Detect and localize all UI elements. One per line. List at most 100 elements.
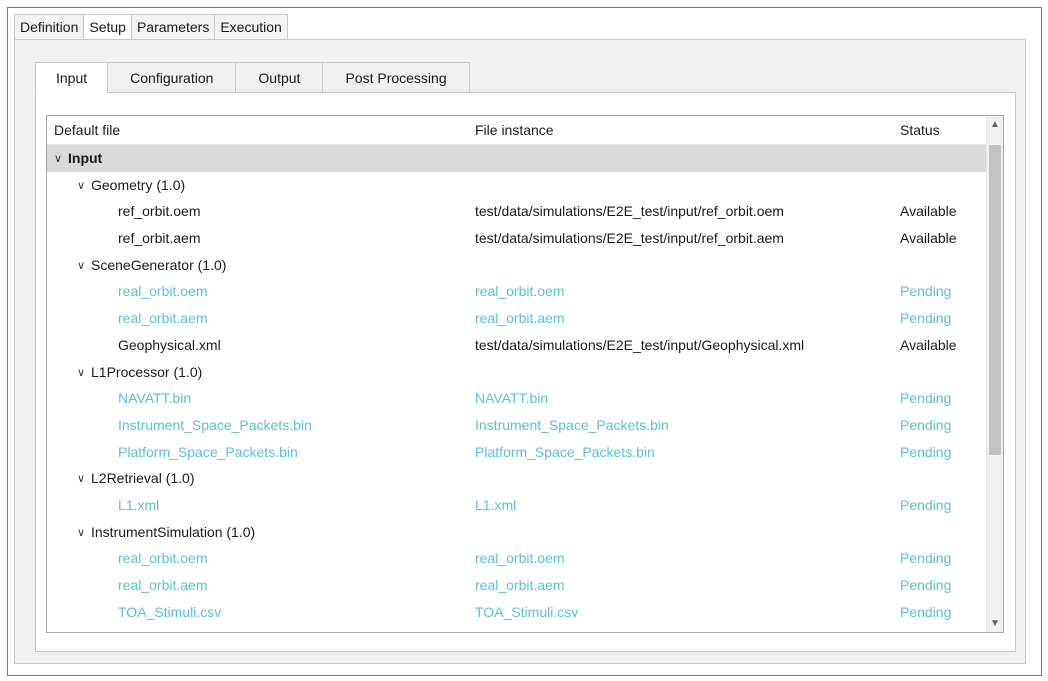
default-file-label: L1Processor (1.0) [91, 363, 203, 380]
status-cell: Available [900, 230, 957, 247]
default-file-cell: real_orbit.oem [118, 550, 208, 566]
tree-row-file[interactable]: TOA_Stimuli.csv TOA_Stimuli.csv Pending [47, 599, 987, 626]
chevron-down-icon[interactable]: ∨ [77, 366, 91, 379]
tree-row-file[interactable]: real_orbit.aem real_orbit.aem Pending [47, 572, 987, 599]
status-cell: Pending [900, 310, 952, 327]
chevron-down-icon[interactable]: ∨ [77, 472, 91, 485]
file-instance-cell: real_orbit.aem [475, 310, 565, 327]
chevron-down-icon[interactable]: ∨ [54, 152, 68, 165]
default-file-cell: Instrument_Space_Packets.bin [118, 417, 312, 433]
tab-execution[interactable]: Execution [214, 14, 288, 40]
default-file-cell: ∨ InstrumentSimulation (1.0) [77, 524, 255, 540]
default-file-label: NAVATT.bin [118, 390, 192, 407]
default-file-label: real_orbit.aem [118, 310, 208, 327]
default-file-label: real_orbit.oem [118, 283, 208, 300]
default-file-cell: ∨ L2Retrieval (1.0) [77, 470, 195, 486]
file-instance-cell: test/data/simulations/E2E_test/input/ref… [475, 203, 784, 220]
default-file-label: InstrumentSimulation (1.0) [91, 523, 256, 540]
tree-row-subgroup[interactable]: ∨ SceneGenerator (1.0) [47, 252, 987, 279]
vertical-scrollbar[interactable]: ▲ ▼ [986, 116, 1003, 632]
scroll-thumb[interactable] [989, 145, 1001, 455]
default-file-label: Platform_Space_Packets.bin [118, 443, 298, 460]
default-file-cell: real_orbit.aem [118, 310, 208, 326]
tab-setup[interactable]: Setup [83, 14, 131, 40]
default-file-cell: ref_orbit.aem [118, 230, 200, 246]
status-cell: Available [900, 336, 957, 353]
file-instance-cell: real_orbit.aem [475, 577, 565, 593]
file-instance-cell: test/data/simulations/E2E_test/input/Geo… [475, 336, 805, 353]
tree-row-subgroup[interactable]: ∨ L1Processor (1.0) [47, 359, 987, 386]
default-file-cell: Platform_Space_Packets.bin [118, 444, 298, 460]
inner-tab-bar: Input Configuration Output Post Processing [35, 62, 470, 93]
chevron-down-icon[interactable]: ∨ [77, 526, 91, 539]
tab-output[interactable]: Output [235, 62, 323, 93]
status-cell: Pending [900, 603, 952, 620]
file-instance-cell: TOA_Stimuli.csv [475, 603, 579, 620]
default-file-label: L1.xml [118, 496, 160, 513]
status-cell: Available [900, 203, 957, 220]
default-file-cell: Geophysical.xml [118, 337, 221, 353]
default-file-label: ref_orbit.aem [118, 230, 201, 247]
tree-row-subgroup[interactable]: ∨ L2Retrieval (1.0) [47, 465, 987, 492]
default-file-label: ref_orbit.oem [118, 203, 201, 220]
default-file-cell: L1.xml [118, 497, 159, 513]
file-instance-cell: real_orbit.oem [475, 283, 565, 300]
default-file-label: Input [68, 150, 103, 166]
tree-row-file[interactable]: L1.xml L1.xml Pending [47, 492, 987, 519]
default-file-cell: TOA_Stimuli.csv [118, 604, 221, 620]
tab-post-processing[interactable]: Post Processing [322, 62, 470, 93]
tree-row-file[interactable]: ref_orbit.oem test/data/simulations/E2E_t… [47, 198, 987, 225]
tab-definition[interactable]: Definition [14, 14, 84, 40]
file-instance-cell: Platform_Space_Packets.bin [475, 443, 655, 460]
tree-row-file[interactable]: real_orbit.aem real_orbit.aem Pending [47, 305, 987, 332]
tree-row-file[interactable]: real_orbit.oem real_orbit.oem Pending [47, 278, 987, 305]
default-file-label: SceneGenerator (1.0) [91, 256, 227, 273]
tree-row-file[interactable]: ref_orbit.aem test/data/simulations/E2E_t… [47, 225, 987, 252]
scroll-down-arrow-icon[interactable]: ▼ [987, 615, 1003, 632]
tab-parameters[interactable]: Parameters [130, 14, 215, 40]
tree-row-file[interactable]: real_orbit.oem real_orbit.oem Pending [47, 545, 987, 572]
column-header-default-file[interactable]: Default file [54, 122, 120, 138]
status-cell: Pending [900, 390, 952, 407]
default-file-label: Geophysical.xml [118, 336, 221, 353]
chevron-down-icon[interactable]: ∨ [77, 179, 91, 192]
file-instance-cell: real_orbit.oem [475, 550, 565, 567]
tree-row-group[interactable]: ∨ Input [47, 145, 987, 172]
tree-rows: ∨ Input ∨ Geometry (1.0) ref_orbit.oem test/d… [47, 145, 987, 633]
tab-configuration[interactable]: Configuration [107, 62, 236, 93]
tree-row-subgroup[interactable]: ∨ InstrumentSimulation (1.0) [47, 519, 987, 546]
status-cell: Pending [900, 443, 952, 460]
tree-row-subgroup[interactable]: ∨Platform (1.0) [47, 625, 987, 633]
default-file-cell: real_orbit.oem [118, 283, 208, 299]
file-instance-cell: L1.xml [475, 496, 517, 513]
status-cell: Pending [900, 496, 952, 513]
tab-input[interactable]: Input [35, 62, 108, 93]
column-header-file-instance[interactable]: File instance [475, 122, 554, 138]
tree-row-file[interactable]: Platform_Space_Packets.bin Platform_Space… [47, 439, 987, 466]
column-header-status[interactable]: Status [900, 122, 940, 138]
tree-row-file[interactable]: Geophysical.xml test/data/simulations/E2E… [47, 332, 987, 359]
default-file-cell: ∨ Input [54, 150, 102, 166]
default-file-label: Geometry (1.0) [91, 176, 186, 193]
default-file-cell: ∨Platform (1.0) [77, 630, 176, 633]
default-file-cell: real_orbit.aem [118, 577, 208, 593]
status-cell: Pending [900, 577, 952, 593]
tree-row-file[interactable]: Instrument_Space_Packets.bin Instrument_S… [47, 412, 987, 439]
tree-row-file[interactable]: NAVATT.bin NAVATT.bin Pending [47, 385, 987, 412]
scroll-up-arrow-icon[interactable]: ▲ [987, 116, 1003, 133]
chevron-down-icon[interactable]: ∨ [77, 632, 91, 633]
default-file-cell: ∨ L1Processor (1.0) [77, 364, 202, 380]
default-file-label: real_orbit.aem [118, 577, 208, 593]
tree-header: Default file File instance Status [47, 116, 987, 145]
default-file-label: L2Retrieval (1.0) [91, 470, 195, 487]
default-file-cell: ∨ SceneGenerator (1.0) [77, 257, 226, 273]
input-files-tree[interactable]: Default file File instance Status ∨ Input… [46, 115, 1004, 633]
chevron-down-icon[interactable]: ∨ [77, 259, 91, 272]
status-cell: Pending [900, 550, 952, 567]
file-instance-cell: NAVATT.bin [475, 390, 549, 407]
default-file-label: real_orbit.oem [118, 550, 208, 567]
tree-row-subgroup[interactable]: ∨ Geometry (1.0) [47, 172, 987, 199]
default-file-label: Platform (1.0) [91, 630, 176, 632]
status-cell: Pending [900, 283, 952, 300]
file-instance-cell: test/data/simulations/E2E_test/input/ref… [475, 230, 784, 247]
